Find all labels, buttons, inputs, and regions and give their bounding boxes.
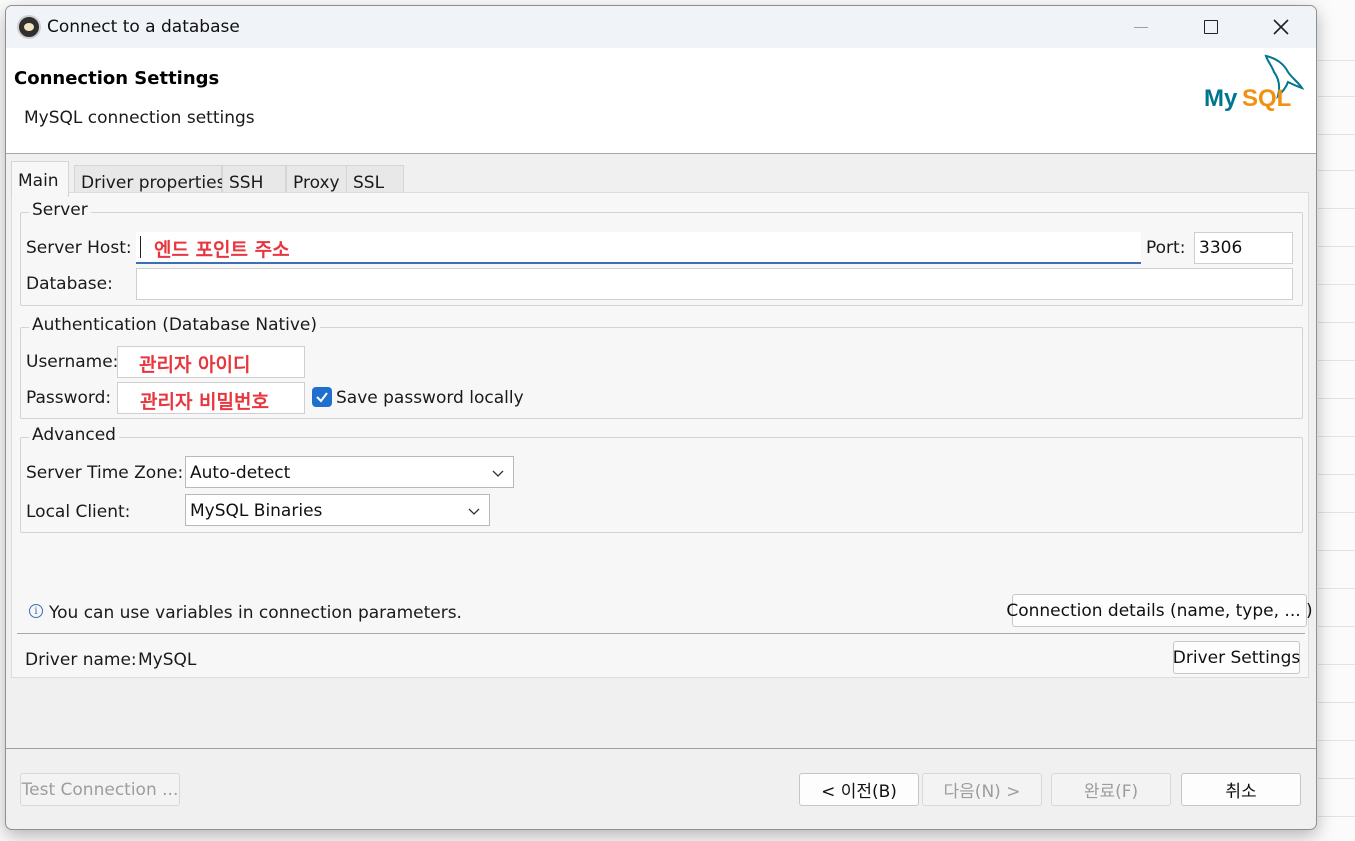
auth-group-title: Authentication (Database Native) xyxy=(29,315,321,335)
checkmark-icon xyxy=(316,392,328,403)
port-label: Port: xyxy=(1146,238,1186,258)
save-password-label[interactable]: Save password locally xyxy=(336,388,524,408)
maximize-button[interactable] xyxy=(1176,6,1246,48)
password-input[interactable]: 관리자 비밀번호 xyxy=(117,382,305,414)
wizard-header: Connection Settings MySQL connection set… xyxy=(6,48,1316,154)
connection-details-button[interactable]: Connection details (name, type, ... ) xyxy=(1006,594,1313,627)
info-icon: i xyxy=(29,604,43,618)
finish-button[interactable]: 완료(F) xyxy=(1051,773,1171,806)
title-bar: Connect to a database xyxy=(6,6,1316,48)
local-client-label: Local Client: xyxy=(26,502,131,522)
close-icon xyxy=(1273,19,1289,35)
timezone-label: Server Time Zone: xyxy=(26,463,184,483)
back-button[interactable]: < 이전(B) xyxy=(799,773,919,806)
advanced-group: Advanced Server Time Zone: Auto-detect L… xyxy=(20,425,1303,533)
tab-main[interactable]: Main xyxy=(11,161,69,197)
variables-info-text: You can use variables in connection para… xyxy=(49,603,462,623)
authentication-group: Authentication (Database Native) Usernam… xyxy=(20,315,1303,419)
timezone-select[interactable]: Auto-detect xyxy=(185,456,514,488)
dbeaver-app-icon xyxy=(17,15,41,39)
database-input[interactable] xyxy=(136,268,1293,300)
server-host-label: Server Host: xyxy=(26,238,132,258)
next-button[interactable]: 다음(N) > xyxy=(922,773,1042,806)
username-annotation: 관리자 아이디 xyxy=(139,354,251,376)
username-label: Username: xyxy=(26,352,119,372)
page-title: Connection Settings xyxy=(14,68,220,89)
window-title: Connect to a database xyxy=(47,17,240,37)
driver-name-label: Driver name: xyxy=(25,650,137,670)
port-input[interactable]: 3306 xyxy=(1194,232,1293,264)
save-password-checkbox[interactable] xyxy=(312,387,332,407)
local-client-select[interactable]: MySQL Binaries xyxy=(185,494,490,526)
main-tab-panel: Server Server Host: 엔드 포인트 주소 Port: 3306… xyxy=(11,192,1313,678)
server-group-title: Server xyxy=(29,200,91,220)
test-connection-button[interactable]: Test Connection ... xyxy=(20,773,180,806)
text-caret xyxy=(140,236,141,258)
server-host-input[interactable]: 엔드 포인트 주소 xyxy=(136,232,1141,264)
divider xyxy=(17,633,1305,634)
maximize-icon xyxy=(1204,20,1218,34)
password-label: Password: xyxy=(26,388,112,408)
page-subtitle: MySQL connection settings xyxy=(24,108,255,128)
advanced-group-title: Advanced xyxy=(29,425,119,445)
local-client-value: MySQL Binaries xyxy=(190,501,323,521)
username-input[interactable]: 관리자 아이디 xyxy=(117,346,305,378)
minimize-icon xyxy=(1134,26,1148,28)
port-value: 3306 xyxy=(1199,238,1243,258)
server-group: Server Server Host: 엔드 포인트 주소 Port: 3306… xyxy=(20,200,1303,306)
chevron-down-icon xyxy=(468,508,480,515)
timezone-value: Auto-detect xyxy=(190,463,291,483)
host-annotation: 엔드 포인트 주소 xyxy=(154,239,290,261)
minimize-button[interactable] xyxy=(1106,6,1176,48)
mysql-logo: My SQL xyxy=(1204,54,1305,112)
driver-settings-button[interactable]: Driver Settings xyxy=(1173,641,1300,674)
cancel-button[interactable]: 취소 xyxy=(1181,773,1301,806)
close-button[interactable] xyxy=(1246,6,1316,48)
connect-dialog: Connect to a database Connection Setting… xyxy=(5,5,1317,830)
driver-name-value: MySQL xyxy=(138,650,197,670)
mysql-logo-sql: SQL xyxy=(1242,85,1291,112)
mysql-logo-my: My xyxy=(1204,85,1238,112)
database-label: Database: xyxy=(26,274,113,294)
footer-divider xyxy=(6,748,1316,749)
chevron-down-icon xyxy=(492,470,504,477)
password-annotation: 관리자 비밀번호 xyxy=(140,391,269,413)
